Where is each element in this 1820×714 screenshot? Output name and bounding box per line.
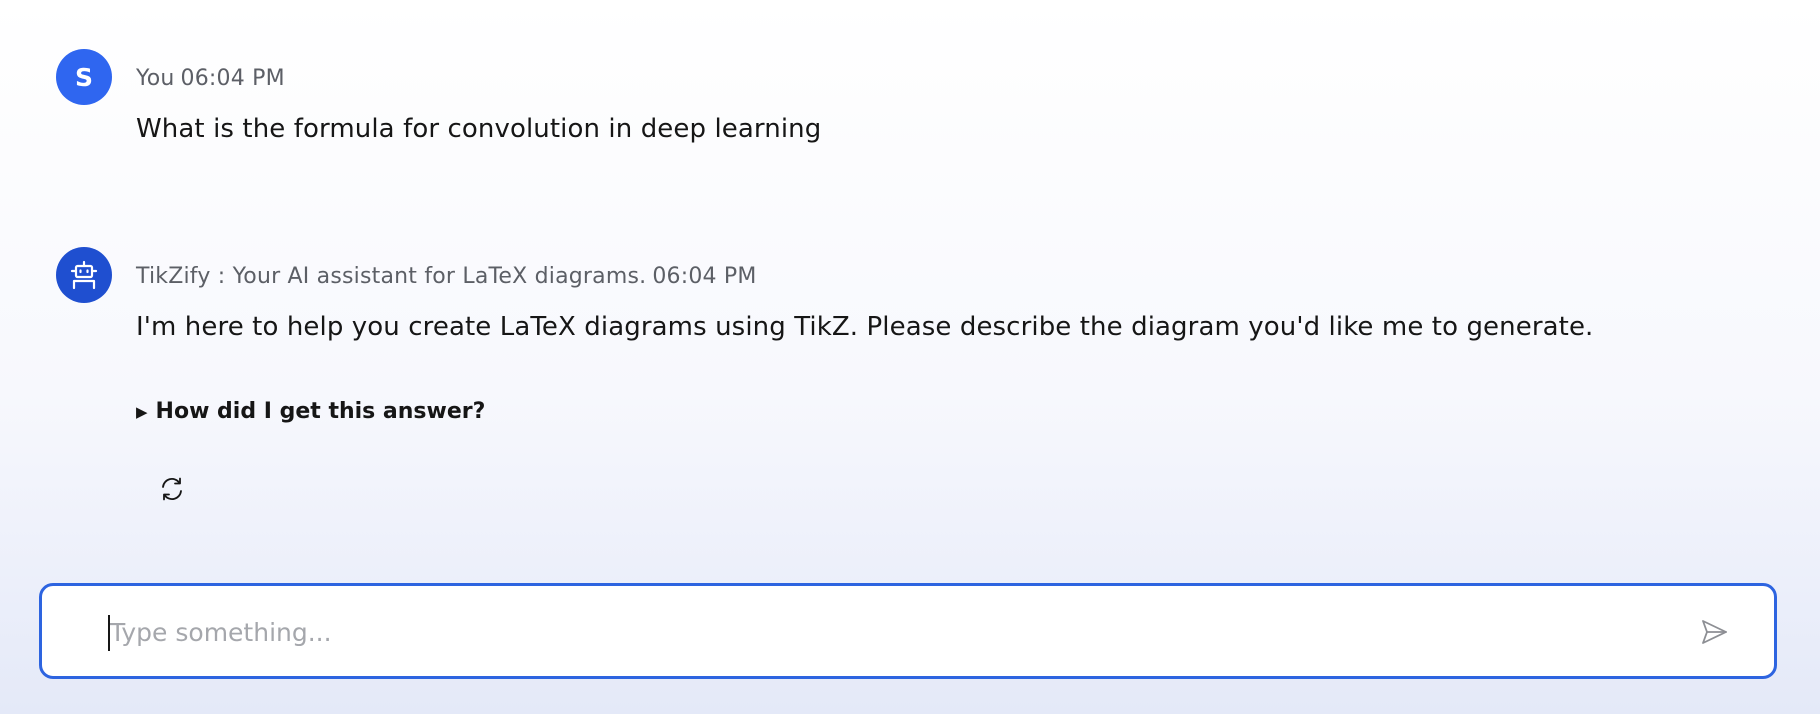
assistant-message-meta: TikZify : Your AI assistant for LaTeX di… [136,264,757,289]
user-sender-name: You [136,66,175,91]
message-input[interactable] [106,606,1670,658]
assistant-avatar [56,247,112,303]
explain-label: How did I get this answer? [155,399,486,424]
user-message-text: What is the formula for convolution in d… [136,114,822,144]
how-did-i-get-this-answer-toggle[interactable]: ▶ How did I get this answer? [136,399,485,424]
expand-triangle-icon: ▶ [136,402,148,421]
user-avatar: S [56,49,112,105]
send-button[interactable] [1696,614,1732,650]
user-message-time: 06:04 PM [180,66,285,91]
regenerate-button[interactable] [152,469,192,509]
assistant-message-text: I'm here to help you create LaTeX diagra… [136,312,1594,342]
message-composer [39,583,1777,679]
user-avatar-initial: S [74,62,93,92]
refresh-icon [162,477,182,501]
assistant-message-time: 06:04 PM [652,264,757,289]
user-message-meta: You 06:04 PM [136,66,285,91]
send-icon [1702,620,1727,644]
robot-icon [70,260,98,290]
assistant-sender-name: TikZify : Your AI assistant for LaTeX di… [136,264,647,289]
